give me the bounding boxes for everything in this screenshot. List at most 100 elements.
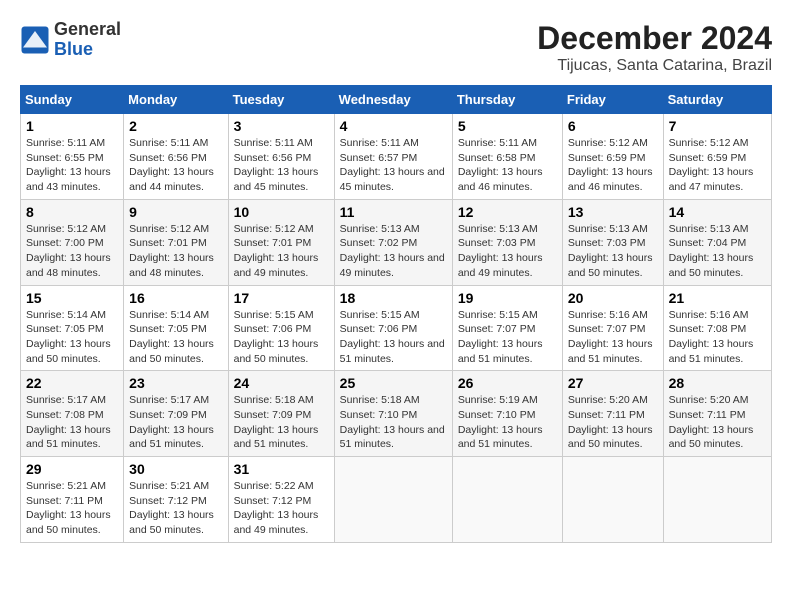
day-number: 8 bbox=[26, 204, 118, 220]
day-number: 29 bbox=[26, 461, 118, 477]
day-number: 10 bbox=[234, 204, 329, 220]
day-info: Sunrise: 5:15 AMSunset: 7:07 PMDaylight:… bbox=[458, 308, 557, 367]
calendar-cell: 19 Sunrise: 5:15 AMSunset: 7:07 PMDayligh… bbox=[452, 285, 562, 371]
day-number: 15 bbox=[26, 290, 118, 306]
day-number: 12 bbox=[458, 204, 557, 220]
day-number: 3 bbox=[234, 118, 329, 134]
day-info: Sunrise: 5:14 AMSunset: 7:05 PMDaylight:… bbox=[26, 308, 118, 367]
calendar-cell: 11 Sunrise: 5:13 AMSunset: 7:02 PMDayligh… bbox=[334, 199, 452, 285]
calendar-cell bbox=[452, 457, 562, 543]
calendar-week-row: 15 Sunrise: 5:14 AMSunset: 7:05 PMDayligh… bbox=[21, 285, 772, 371]
day-info: Sunrise: 5:14 AMSunset: 7:05 PMDaylight:… bbox=[129, 308, 222, 367]
calendar-week-row: 29 Sunrise: 5:21 AMSunset: 7:11 PMDayligh… bbox=[21, 457, 772, 543]
day-header-wednesday: Wednesday bbox=[334, 86, 452, 114]
day-number: 31 bbox=[234, 461, 329, 477]
calendar-cell: 21Sunrise: 5:16 AMSunset: 7:08 PMDayligh… bbox=[663, 285, 771, 371]
day-info: Sunrise: 5:13 AMSunset: 7:02 PMDaylight:… bbox=[340, 222, 447, 281]
day-number: 14 bbox=[669, 204, 766, 220]
day-info: Sunrise: 5:18 AMSunset: 7:10 PMDaylight:… bbox=[340, 393, 447, 452]
calendar-cell: 3 Sunrise: 5:11 AMSunset: 6:56 PMDaylight… bbox=[228, 114, 334, 200]
calendar-cell: 27 Sunrise: 5:20 AMSunset: 7:11 PMDayligh… bbox=[562, 371, 663, 457]
day-number: 7 bbox=[669, 118, 766, 134]
calendar-cell: 28 Sunrise: 5:20 AMSunset: 7:11 PMDayligh… bbox=[663, 371, 771, 457]
location-subtitle: Tijucas, Santa Catarina, Brazil bbox=[537, 57, 772, 75]
calendar-cell: 30 Sunrise: 5:21 AMSunset: 7:12 PMDayligh… bbox=[124, 457, 228, 543]
day-info: Sunrise: 5:18 AMSunset: 7:09 PMDaylight:… bbox=[234, 393, 329, 452]
calendar-cell bbox=[663, 457, 771, 543]
day-number: 11 bbox=[340, 204, 447, 220]
day-info: Sunrise: 5:20 AMSunset: 7:11 PMDaylight:… bbox=[669, 393, 766, 452]
day-number: 1 bbox=[26, 118, 118, 134]
day-number: 19 bbox=[458, 290, 557, 306]
calendar-cell: 6 Sunrise: 5:12 AMSunset: 6:59 PMDaylight… bbox=[562, 114, 663, 200]
calendar-cell: 31 Sunrise: 5:22 AMSunset: 7:12 PMDayligh… bbox=[228, 457, 334, 543]
day-info: Sunrise: 5:21 AMSunset: 7:11 PMDaylight:… bbox=[26, 479, 118, 538]
day-number: 4 bbox=[340, 118, 447, 134]
day-number: 24 bbox=[234, 375, 329, 391]
day-number: 28 bbox=[669, 375, 766, 391]
calendar-cell: 23 Sunrise: 5:17 AMSunset: 7:09 PMDayligh… bbox=[124, 371, 228, 457]
calendar-cell: 15 Sunrise: 5:14 AMSunset: 7:05 PMDayligh… bbox=[21, 285, 124, 371]
calendar-cell: 26 Sunrise: 5:19 AMSunset: 7:10 PMDayligh… bbox=[452, 371, 562, 457]
calendar-week-row: 1 Sunrise: 5:11 AMSunset: 6:55 PMDaylight… bbox=[21, 114, 772, 200]
calendar-cell: 25Sunrise: 5:18 AMSunset: 7:10 PMDayligh… bbox=[334, 371, 452, 457]
day-number: 17 bbox=[234, 290, 329, 306]
calendar-cell: 17 Sunrise: 5:15 AMSunset: 7:06 PMDayligh… bbox=[228, 285, 334, 371]
title-block: December 2024 Tijucas, Santa Catarina, B… bbox=[537, 20, 772, 75]
calendar-cell: 9Sunrise: 5:12 AMSunset: 7:01 PMDaylight… bbox=[124, 199, 228, 285]
calendar-cell: 12 Sunrise: 5:13 AMSunset: 7:03 PMDayligh… bbox=[452, 199, 562, 285]
day-info: Sunrise: 5:12 AMSunset: 6:59 PMDaylight:… bbox=[669, 136, 766, 195]
day-number: 20 bbox=[568, 290, 658, 306]
day-number: 26 bbox=[458, 375, 557, 391]
calendar-cell: 2 Sunrise: 5:11 AMSunset: 6:56 PMDaylight… bbox=[124, 114, 228, 200]
day-info: Sunrise: 5:15 AMSunset: 7:06 PMDaylight:… bbox=[234, 308, 329, 367]
calendar-cell: 4 Sunrise: 5:11 AMSunset: 6:57 PMDaylight… bbox=[334, 114, 452, 200]
calendar-cell: 1 Sunrise: 5:11 AMSunset: 6:55 PMDaylight… bbox=[21, 114, 124, 200]
day-info: Sunrise: 5:19 AMSunset: 7:10 PMDaylight:… bbox=[458, 393, 557, 452]
day-info: Sunrise: 5:20 AMSunset: 7:11 PMDaylight:… bbox=[568, 393, 658, 452]
day-info: Sunrise: 5:11 AMSunset: 6:57 PMDaylight:… bbox=[340, 136, 447, 195]
day-info: Sunrise: 5:13 AMSunset: 7:03 PMDaylight:… bbox=[458, 222, 557, 281]
logo-general-text: General bbox=[54, 19, 121, 39]
day-info: Sunrise: 5:11 AMSunset: 6:58 PMDaylight:… bbox=[458, 136, 557, 195]
day-info: Sunrise: 5:22 AMSunset: 7:12 PMDaylight:… bbox=[234, 479, 329, 538]
calendar-cell bbox=[334, 457, 452, 543]
day-number: 5 bbox=[458, 118, 557, 134]
calendar-cell: 5 Sunrise: 5:11 AMSunset: 6:58 PMDaylight… bbox=[452, 114, 562, 200]
day-number: 18 bbox=[340, 290, 447, 306]
calendar-cell: 18 Sunrise: 5:15 AMSunset: 7:06 PMDayligh… bbox=[334, 285, 452, 371]
day-info: Sunrise: 5:11 AMSunset: 6:56 PMDaylight:… bbox=[234, 136, 329, 195]
calendar-cell: 20Sunrise: 5:16 AMSunset: 7:07 PMDayligh… bbox=[562, 285, 663, 371]
calendar-cell: 16Sunrise: 5:14 AMSunset: 7:05 PMDayligh… bbox=[124, 285, 228, 371]
day-number: 27 bbox=[568, 375, 658, 391]
day-number: 23 bbox=[129, 375, 222, 391]
day-number: 22 bbox=[26, 375, 118, 391]
day-header-friday: Friday bbox=[562, 86, 663, 114]
calendar-cell: 10Sunrise: 5:12 AMSunset: 7:01 PMDayligh… bbox=[228, 199, 334, 285]
day-info: Sunrise: 5:15 AMSunset: 7:06 PMDaylight:… bbox=[340, 308, 447, 367]
day-info: Sunrise: 5:12 AMSunset: 7:01 PMDaylight:… bbox=[129, 222, 222, 281]
day-info: Sunrise: 5:11 AMSunset: 6:55 PMDaylight:… bbox=[26, 136, 118, 195]
day-info: Sunrise: 5:17 AMSunset: 7:09 PMDaylight:… bbox=[129, 393, 222, 452]
day-number: 13 bbox=[568, 204, 658, 220]
day-number: 6 bbox=[568, 118, 658, 134]
month-title: December 2024 bbox=[537, 20, 772, 57]
calendar-cell: 29 Sunrise: 5:21 AMSunset: 7:11 PMDayligh… bbox=[21, 457, 124, 543]
day-header-thursday: Thursday bbox=[452, 86, 562, 114]
logo: General Blue bbox=[20, 20, 121, 60]
day-header-monday: Monday bbox=[124, 86, 228, 114]
page-header: General Blue December 2024 Tijucas, Sant… bbox=[20, 20, 772, 75]
day-number: 2 bbox=[129, 118, 222, 134]
calendar-cell: 8 Sunrise: 5:12 AMSunset: 7:00 PMDaylight… bbox=[21, 199, 124, 285]
day-info: Sunrise: 5:12 AMSunset: 7:00 PMDaylight:… bbox=[26, 222, 118, 281]
calendar-cell: 22 Sunrise: 5:17 AMSunset: 7:08 PMDayligh… bbox=[21, 371, 124, 457]
calendar-cell: 14Sunrise: 5:13 AMSunset: 7:04 PMDayligh… bbox=[663, 199, 771, 285]
day-info: Sunrise: 5:21 AMSunset: 7:12 PMDaylight:… bbox=[129, 479, 222, 538]
calendar-body: 1 Sunrise: 5:11 AMSunset: 6:55 PMDaylight… bbox=[21, 114, 772, 543]
day-number: 30 bbox=[129, 461, 222, 477]
day-info: Sunrise: 5:17 AMSunset: 7:08 PMDaylight:… bbox=[26, 393, 118, 452]
day-info: Sunrise: 5:12 AMSunset: 6:59 PMDaylight:… bbox=[568, 136, 658, 195]
day-info: Sunrise: 5:11 AMSunset: 6:56 PMDaylight:… bbox=[129, 136, 222, 195]
calendar-week-row: 22 Sunrise: 5:17 AMSunset: 7:08 PMDayligh… bbox=[21, 371, 772, 457]
day-header-tuesday: Tuesday bbox=[228, 86, 334, 114]
